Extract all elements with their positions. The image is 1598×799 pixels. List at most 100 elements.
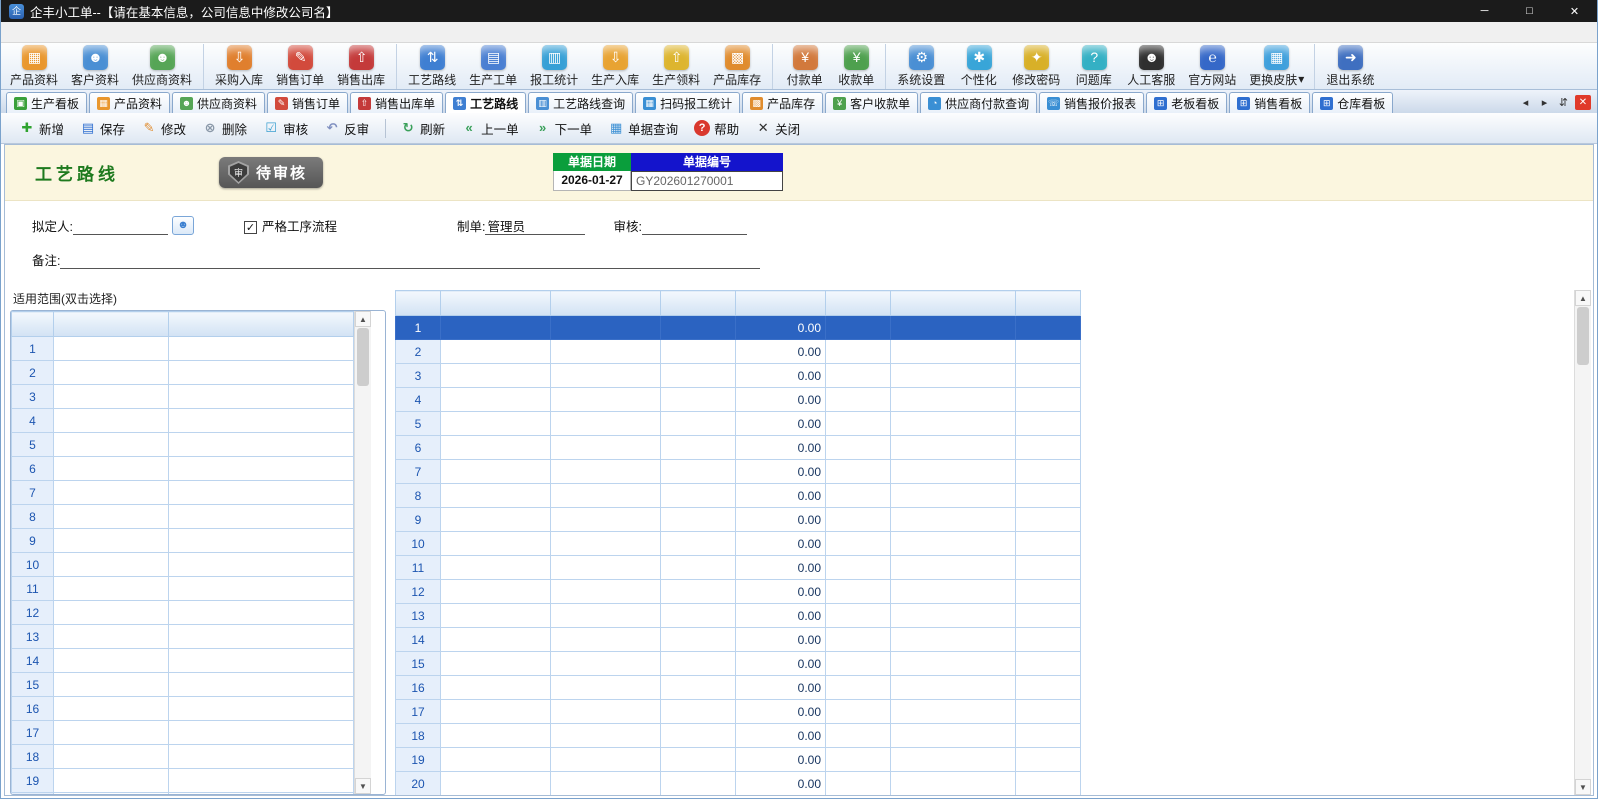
cell-process-name[interactable] xyxy=(441,628,551,652)
menu-item[interactable] xyxy=(101,22,121,42)
cell-standard-hours[interactable] xyxy=(661,340,736,364)
scope-row-number[interactable]: 3 xyxy=(12,385,54,409)
cell-standard-hours[interactable] xyxy=(661,580,736,604)
cell-product-code[interactable] xyxy=(54,553,169,577)
process-column-header[interactable] xyxy=(736,291,826,316)
scope-row-number[interactable]: 1 xyxy=(12,337,54,361)
scope-row[interactable]: 7 xyxy=(12,481,354,505)
document-tab[interactable]: ▣ 生产看板 xyxy=(6,92,87,113)
cell-worker[interactable] xyxy=(551,628,661,652)
process-row[interactable]: 6 0.00 xyxy=(396,436,1081,460)
scope-row-number[interactable]: 4 xyxy=(12,409,54,433)
scope-row[interactable]: 12 xyxy=(12,601,354,625)
process-row-number[interactable]: 15 xyxy=(396,652,441,676)
cell-remark[interactable] xyxy=(891,604,1016,628)
document-tab[interactable]: ⊞ 仓库看板 xyxy=(1312,92,1393,113)
cell-unit-price[interactable]: 0.00 xyxy=(736,700,826,724)
cell-product-name[interactable] xyxy=(169,553,354,577)
process-row-number[interactable]: 13 xyxy=(396,604,441,628)
process-row[interactable]: 7 0.00 xyxy=(396,460,1081,484)
cell-standard-hours[interactable] xyxy=(661,556,736,580)
document-tab[interactable]: ▦ 产品资料 xyxy=(89,92,170,113)
document-tab[interactable]: ⊞ 销售看板 xyxy=(1229,92,1310,113)
cell-unit-price[interactable]: 0.00 xyxy=(736,388,826,412)
scope-row[interactable]: 20 xyxy=(12,793,354,796)
cell-order[interactable] xyxy=(1016,604,1081,628)
cell-over-ratio[interactable] xyxy=(826,340,891,364)
action-button[interactable]: ▦ 单据查询 xyxy=(600,119,686,138)
cell-standard-hours[interactable] xyxy=(661,772,736,796)
cell-process-name[interactable] xyxy=(441,532,551,556)
cell-product-name[interactable] xyxy=(169,481,354,505)
scope-row-number[interactable]: 7 xyxy=(12,481,54,505)
cell-remark[interactable] xyxy=(891,388,1016,412)
cell-over-ratio[interactable] xyxy=(826,724,891,748)
process-column-header[interactable] xyxy=(826,291,891,316)
cell-over-ratio[interactable] xyxy=(826,532,891,556)
cell-worker[interactable] xyxy=(551,316,661,340)
document-tab[interactable]: ✎ 销售订单 xyxy=(267,92,348,113)
menu-item[interactable] xyxy=(41,22,61,42)
cell-product-name[interactable] xyxy=(169,457,354,481)
scope-row-number[interactable]: 12 xyxy=(12,601,54,625)
scope-row[interactable]: 2 xyxy=(12,361,354,385)
cell-unit-price[interactable]: 0.00 xyxy=(736,580,826,604)
cell-standard-hours[interactable] xyxy=(661,724,736,748)
action-button[interactable]: ↻ 刷新 xyxy=(385,119,453,138)
process-row[interactable]: 15 0.00 xyxy=(396,652,1081,676)
process-row[interactable]: 16 0.00 xyxy=(396,676,1081,700)
cell-worker[interactable] xyxy=(551,580,661,604)
cell-unit-price[interactable]: 0.00 xyxy=(736,628,826,652)
toolbar-button[interactable]: ℮ 官方网站 xyxy=(1182,44,1243,89)
cell-order[interactable] xyxy=(1016,724,1081,748)
cell-over-ratio[interactable] xyxy=(826,460,891,484)
cell-product-code[interactable] xyxy=(54,697,169,721)
scope-row-number[interactable]: 20 xyxy=(12,793,54,796)
action-button[interactable]: ✚ 新增 xyxy=(11,119,72,138)
cell-product-name[interactable] xyxy=(169,337,354,361)
menu-item[interactable] xyxy=(181,22,201,42)
toolbar-button[interactable]: ¥ 收款单 xyxy=(832,44,886,89)
cell-process-name[interactable] xyxy=(441,556,551,580)
cell-product-code[interactable] xyxy=(54,409,169,433)
process-row[interactable]: 14 0.00 xyxy=(396,628,1081,652)
cell-process-name[interactable] xyxy=(441,700,551,724)
cell-worker[interactable] xyxy=(551,556,661,580)
scope-row[interactable]: 1 xyxy=(12,337,354,361)
cell-order[interactable] xyxy=(1016,484,1081,508)
action-button[interactable]: « 上一单 xyxy=(453,119,527,138)
process-row[interactable]: 18 0.00 xyxy=(396,724,1081,748)
cell-worker[interactable] xyxy=(551,508,661,532)
cell-order[interactable] xyxy=(1016,652,1081,676)
tab-close-button[interactable]: ✕ xyxy=(1575,95,1591,110)
action-button[interactable]: » 下一单 xyxy=(527,119,601,138)
process-scrollbar[interactable]: ▲ ▼ xyxy=(1574,290,1591,795)
cell-worker[interactable] xyxy=(551,724,661,748)
scope-row[interactable]: 19 xyxy=(12,769,354,793)
process-row-number[interactable]: 5 xyxy=(396,412,441,436)
cell-worker[interactable] xyxy=(551,460,661,484)
cell-order[interactable] xyxy=(1016,316,1081,340)
process-row-number[interactable]: 9 xyxy=(396,508,441,532)
cell-standard-hours[interactable] xyxy=(661,676,736,700)
cell-process-name[interactable] xyxy=(441,460,551,484)
toolbar-button[interactable]: ▦ 更换皮肤▾ xyxy=(1243,44,1315,89)
toolbar-button[interactable]: ⚙ 系统设置 xyxy=(891,44,952,89)
cell-worker[interactable] xyxy=(551,412,661,436)
cell-over-ratio[interactable] xyxy=(826,676,891,700)
cell-product-code[interactable] xyxy=(54,649,169,673)
cell-unit-price[interactable]: 0.00 xyxy=(736,340,826,364)
cell-worker[interactable] xyxy=(551,532,661,556)
cell-unit-price[interactable]: 0.00 xyxy=(736,364,826,388)
strict-process-checkbox[interactable]: ✓ xyxy=(244,221,257,234)
scroll-thumb[interactable] xyxy=(1577,307,1589,365)
cell-product-code[interactable] xyxy=(54,601,169,625)
scope-row[interactable]: 17 xyxy=(12,721,354,745)
cell-product-name[interactable] xyxy=(169,721,354,745)
toolbar-button[interactable]: ⇧ 生产领料 xyxy=(646,44,707,89)
process-row-number[interactable]: 18 xyxy=(396,724,441,748)
scope-row-number[interactable]: 18 xyxy=(12,745,54,769)
process-row-number[interactable]: 16 xyxy=(396,676,441,700)
cell-product-code[interactable] xyxy=(54,529,169,553)
cell-remark[interactable] xyxy=(891,652,1016,676)
